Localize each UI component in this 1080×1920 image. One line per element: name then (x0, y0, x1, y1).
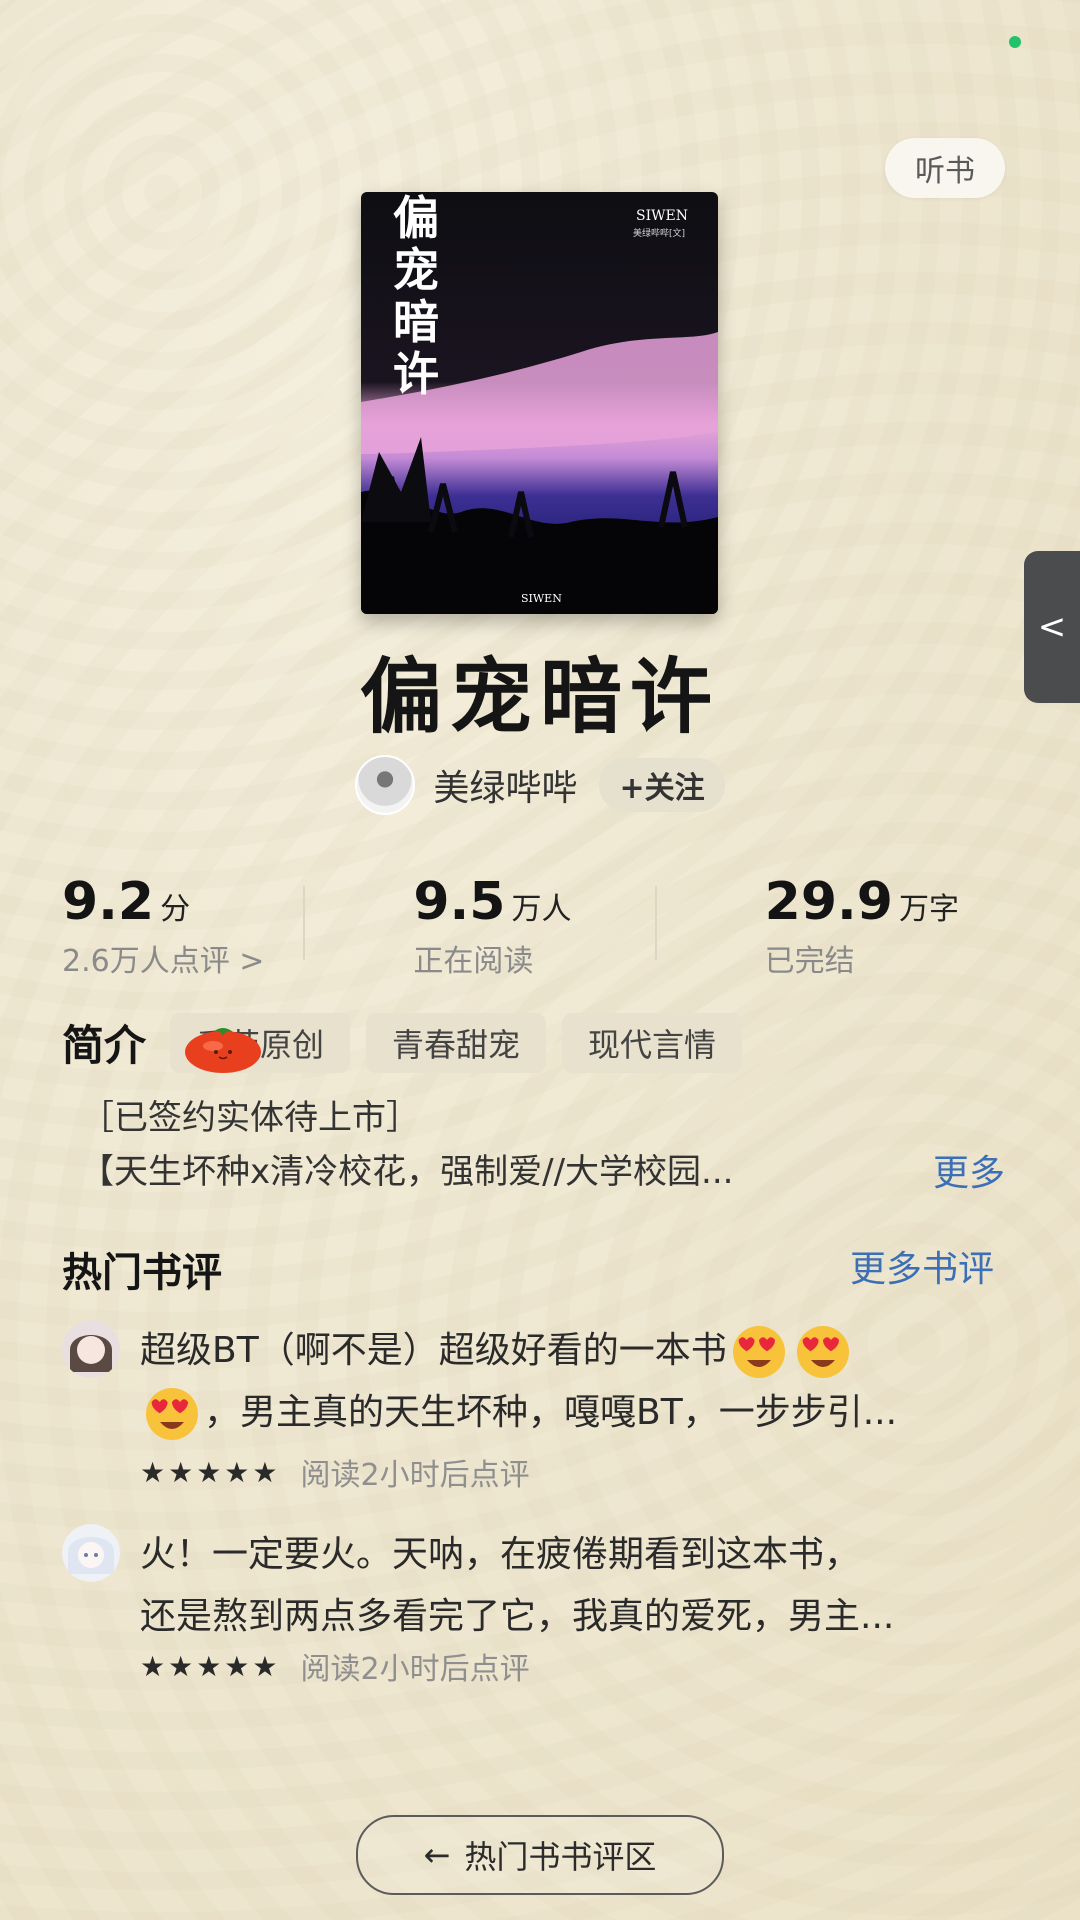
stat-readers: 9.5 万人 正在阅读 (303, 872, 668, 980)
cover-brand-top: SIWEN (636, 208, 688, 224)
star-rating: ★★★★★ (140, 1455, 281, 1489)
review-line1: 火！一定要火。天呐，在疲倦期看到这本书， (140, 1534, 861, 1575)
stat-rating[interactable]: 9.2 分 2.6万人点评 > (62, 872, 317, 980)
cover-title-char-3: 暗 (393, 295, 439, 349)
heart-eyes-emoji-icon (732, 1326, 785, 1378)
intro-more-link[interactable]: 更多 (933, 1144, 1005, 1196)
review-meta: ★★★★★ 阅读2小时后点评 (140, 1450, 530, 1494)
rating-unit: 分 (160, 892, 191, 927)
status-label: 已完结 (764, 944, 855, 979)
review-meta: ★★★★★ 阅读2小时后点评 (140, 1644, 530, 1688)
readers-value: 9.5 (413, 872, 506, 932)
star-rating: ★★★★★ (140, 1649, 281, 1683)
hot-reviews-area-label: 热门书书评区 (464, 1838, 657, 1876)
tomato-icon (185, 1028, 261, 1073)
readers-unit: 万人 (511, 892, 572, 927)
intro-label: 简介 (62, 1021, 147, 1070)
follow-button[interactable]: +关注 (599, 758, 725, 812)
reviewer-avatar[interactable] (62, 1524, 120, 1582)
rating-value: 9.2 (62, 872, 155, 932)
cover-title-char-1: 偏 (393, 192, 439, 245)
hot-reviews-title: 热门书评 (62, 1250, 222, 1296)
review-text: 超级BT（啊不是）超级好看的一本书 ，男主真的天生坏种，嘎嘎BT，一步步引... (140, 1320, 1075, 1444)
book-title: 偏宠暗许 (359, 650, 720, 745)
intro-text-line1: ［已签约实体待上市］ (80, 1098, 420, 1138)
review-item[interactable]: 超级BT（啊不是）超级好看的一本书 ，男主真的天生坏种，嘎嘎BT，一步步引...… (62, 1320, 1022, 1493)
wordcount-unit: 万字 (898, 892, 959, 927)
review-line2: ，男主真的天生坏种，嘎嘎BT，一步步引... (204, 1392, 898, 1433)
author-name[interactable]: 美绿哔哔 (433, 759, 577, 811)
more-reviews-link[interactable]: 更多书评 (850, 1240, 994, 1292)
cover-brand-bottom: SIWEN (521, 592, 562, 605)
book-cover[interactable]: 偏 宠 暗 许 SIWEN 美绿哔哔[文] SIWEN (361, 192, 718, 614)
status-dot-icon (1009, 36, 1021, 48)
stats-row: 9.2 分 2.6万人点评 > 9.5 万人 正在阅读 29.9 万字 已完结 (62, 872, 1020, 980)
tag-youth-romance[interactable]: 青春甜宠 (366, 1012, 547, 1073)
cover-publisher: 美绿哔哔[文] (633, 227, 685, 239)
review-line2: 还是熬到两点多看完了它，我真的爱死，男主... (140, 1596, 895, 1637)
wordcount-value: 29.9 (764, 872, 893, 932)
tag-modern-romance[interactable]: 现代言情 (562, 1012, 743, 1073)
heart-eyes-emoji-icon (146, 1388, 198, 1440)
review-text: 火！一定要火。天呐，在疲倦期看到这本书， 还是熬到两点多看完了它，我真的爱死，男… (140, 1524, 1075, 1648)
intro-row: 简介 番茄原创 青春甜宠 现代言情 (62, 1012, 743, 1073)
review-line1: 超级BT（啊不是）超级好看的一本书 (140, 1330, 727, 1371)
cover-art: 偏 宠 暗 许 SIWEN 美绿哔哔[文] SIWEN (361, 192, 718, 614)
review-time: 阅读2小时后点评 (300, 1652, 530, 1687)
readers-label: 正在阅读 (413, 944, 534, 979)
intro-text-line2: 【天生坏种x清冷校花，强制爱//大学校园... (80, 1152, 734, 1192)
reviewer-avatar[interactable] (62, 1320, 120, 1378)
cover-title-char-4: 许 (393, 347, 439, 401)
heart-eyes-emoji-icon (796, 1326, 849, 1378)
author-avatar[interactable] (355, 755, 416, 815)
rating-count: 2.6万人点评 > (62, 944, 265, 979)
review-time: 阅读2小时后点评 (300, 1458, 530, 1493)
review-item[interactable]: 火！一定要火。天呐，在疲倦期看到这本书， 还是熬到两点多看完了它，我真的爱死，男… (62, 1524, 1022, 1687)
hot-reviews-area-button[interactable]: ← 热门书书评区 (356, 1815, 724, 1895)
arrow-left-icon: ← (423, 1836, 451, 1874)
author-row: 美绿哔哔 +关注 (0, 755, 1080, 815)
listen-button[interactable]: 听书 (885, 138, 1005, 198)
cover-title-char-2: 宠 (393, 243, 439, 297)
stat-wordcount: 29.9 万字 已完结 (654, 872, 1020, 980)
